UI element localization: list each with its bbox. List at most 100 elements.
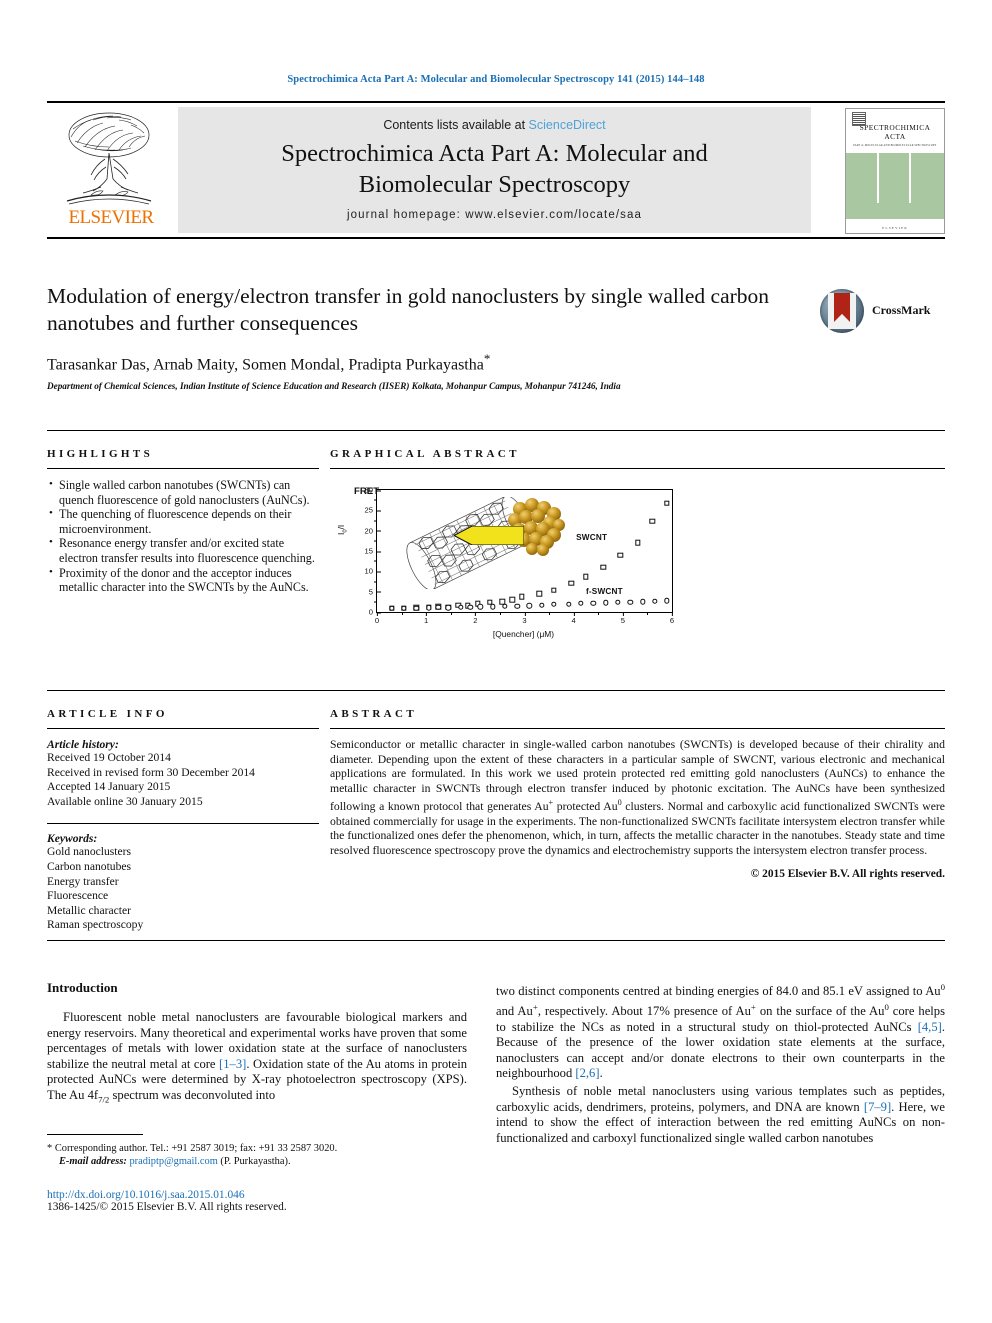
article-history-item: Accepted 14 January 2015	[47, 780, 171, 794]
chart-y-minor-tick	[374, 560, 377, 562]
orbital-subscript: 7/2	[98, 1094, 110, 1105]
fret-label: FRET	[354, 486, 380, 497]
author-list: Tarasankar Das, Arnab Maity, Somen Monda…	[47, 351, 807, 374]
keywords-divider	[47, 823, 319, 825]
crossmark-label: CrossMark	[872, 303, 931, 317]
keyword-item: Carbon nanotubes	[47, 859, 132, 873]
abstract-copyright: © 2015 Elsevier B.V. All rights reserved…	[750, 867, 945, 880]
journal-masthead: ELSEVIER Contents lists available at Sci…	[47, 101, 945, 239]
chart-data-point-SWCNT	[617, 552, 624, 559]
intro-text-c: spectrum was deconvoluted into	[109, 1087, 276, 1102]
body-right-column: two distinct components centred at bindi…	[496, 980, 945, 1148]
graphical-abstract-column: GRAPHICAL ABSTRACT I0/I 0 5 10 15 20 25 30 0 1 2 3…	[330, 448, 945, 669]
issn-copyright: 1386-1425/© 2015 Elsevier B.V. All right…	[47, 1200, 287, 1213]
citation-link[interactable]: [4,5]	[918, 1020, 942, 1034]
chart-y-tick: 5	[369, 587, 382, 596]
abstract-heading: ABSTRACT	[330, 708, 418, 720]
corresponding-author-marker: *	[483, 351, 491, 366]
right-text-c: , respectively. About 17% presence of Au	[537, 1003, 751, 1018]
cover-green-panel	[846, 153, 944, 219]
divider-above-article-info	[47, 690, 945, 691]
chart-y-minor-tick	[374, 601, 377, 603]
affiliation: Department of Chemical Sciences, Indian …	[47, 381, 621, 392]
chart-data-point-f-SWCNT	[615, 599, 621, 606]
keyword-item: Metallic character	[47, 903, 131, 917]
keyword-item: Raman spectroscopy	[47, 918, 144, 932]
elsevier-logo: ELSEVIER	[47, 107, 173, 233]
list-item: Single walled carbon nanotubes (SWCNTs) …	[49, 477, 319, 507]
doi-block: http://dx.doi.org/10.1016/j.saa.2015.01.…	[47, 1189, 467, 1213]
right-text-b: and Au	[496, 1003, 533, 1018]
divider-above-body	[47, 940, 945, 941]
chart-data-point-f-SWCNT	[457, 604, 464, 610]
crossmark-icon	[820, 289, 864, 333]
chart-x-minor-tick	[401, 612, 403, 615]
body-paragraph: two distinct components centred at bindi…	[496, 980, 945, 1082]
doi-link[interactable]: http://dx.doi.org/10.1016/j.saa.2015.01.…	[47, 1189, 467, 1201]
chart-data-point-f-SWCNT	[489, 604, 496, 610]
article-history-item: Received in revised form 30 December 201…	[47, 765, 255, 779]
abstract-divider	[330, 728, 945, 729]
footnote-block: * Corresponding author. Tel.: +91 2587 3…	[47, 1142, 467, 1169]
highlights-divider	[47, 468, 319, 469]
body-left-column: Introduction Fluorescent noble metal nan…	[47, 980, 467, 1213]
crossmark-badge[interactable]: CrossMark	[820, 289, 950, 335]
fret-arrow-icon	[454, 526, 524, 545]
list-item: Proximity of the donor and the acceptor …	[49, 565, 319, 595]
contents-available-line: Contents lists available at ScienceDirec…	[178, 118, 811, 132]
chart-data-point-f-SWCNT	[526, 603, 533, 609]
journal-title-line1: Spectrochimica Acta Part A: Molecular an…	[281, 140, 708, 167]
chart-data-point-f-SWCNT	[664, 598, 670, 604]
introduction-heading: Introduction	[47, 980, 118, 995]
citation-link[interactable]: [1–3]	[219, 1057, 246, 1071]
chart-y-tick: 10	[365, 567, 382, 576]
citation-link[interactable]: [2,6]	[575, 1066, 599, 1080]
abstract-column: ABSTRACT Semiconductor or metallic chara…	[330, 708, 945, 880]
sciencedirect-link[interactable]: ScienceDirect	[529, 118, 606, 132]
cover-subtitle: PART A: MOLECULAR AND BIOMOLECULAR SPECT…	[853, 143, 937, 147]
chart-y-minor-tick	[374, 499, 377, 501]
footnote-marker: *	[47, 1143, 53, 1155]
chart-data-point-SWCNT	[551, 587, 557, 593]
elsevier-wordmark: ELSEVIER	[68, 207, 155, 228]
citation-link[interactable]: [7–9]	[864, 1100, 891, 1114]
chart-data-point-f-SWCNT	[627, 599, 633, 605]
email-link[interactable]: pradiptp@gmail.com	[129, 1156, 217, 1167]
chart-x-minor-tick	[499, 612, 501, 615]
chart-data-point-f-SWCNT	[467, 604, 474, 610]
au-zero-sup: 0	[940, 982, 945, 992]
abstract-text: Semiconductor or metallic character in s…	[330, 738, 945, 859]
email-address-label: E-mail address:	[59, 1156, 127, 1168]
keyword-item: Gold nanoclusters	[47, 845, 132, 859]
chart-data-point-f-SWCNT	[539, 602, 545, 608]
cover-bar-left	[877, 153, 879, 203]
article-history-item: Received 19 October 2014	[47, 751, 171, 764]
chart-data-point-f-SWCNT	[502, 603, 508, 610]
chart-x-tick: 4	[572, 612, 576, 625]
chart-data-point-f-SWCNT	[566, 601, 572, 607]
cover-publisher-icon	[852, 112, 866, 126]
list-item: The quenching of fluorescence depends on…	[49, 506, 319, 536]
chart-y-axis-label: I0/I	[336, 524, 349, 535]
cover-bar-right	[909, 153, 911, 203]
journal-homepage[interactable]: journal homepage: www.elsevier.com/locat…	[178, 209, 811, 221]
chart-data-point-f-SWCNT	[477, 603, 483, 610]
chart-x-minor-tick	[598, 612, 600, 615]
contents-label: Contents lists available at	[383, 118, 526, 132]
chart-data-point-SWCNT	[519, 594, 525, 600]
chart-x-tick: 6	[670, 612, 674, 625]
chart-data-point-f-SWCNT	[551, 601, 557, 608]
footnote-text: Corresponding author. Tel.: +91 2587 301…	[54, 1143, 338, 1155]
right-text-d: on the surface of the Au	[755, 1003, 885, 1018]
highlights-list: Single walled carbon nanotubes (SWCNTs) …	[47, 477, 319, 595]
chart-y-tick: 20	[365, 526, 382, 535]
chart-data-point-SWCNT	[649, 518, 656, 524]
chart-x-axis-label: [Quencher] (μM)	[492, 629, 555, 639]
chart-series-label: f-SWCNT	[585, 586, 623, 596]
chart-x-tick: 0	[375, 612, 379, 625]
chart-x-minor-tick	[549, 612, 551, 615]
chart-x-minor-tick	[450, 612, 452, 615]
running-head: Spectrochimica Acta Part A: Molecular an…	[287, 74, 705, 85]
list-item: Resonance energy transfer and/or excited…	[49, 535, 319, 565]
journal-title: Spectrochimica Acta Part A: Molecular an…	[178, 138, 811, 200]
